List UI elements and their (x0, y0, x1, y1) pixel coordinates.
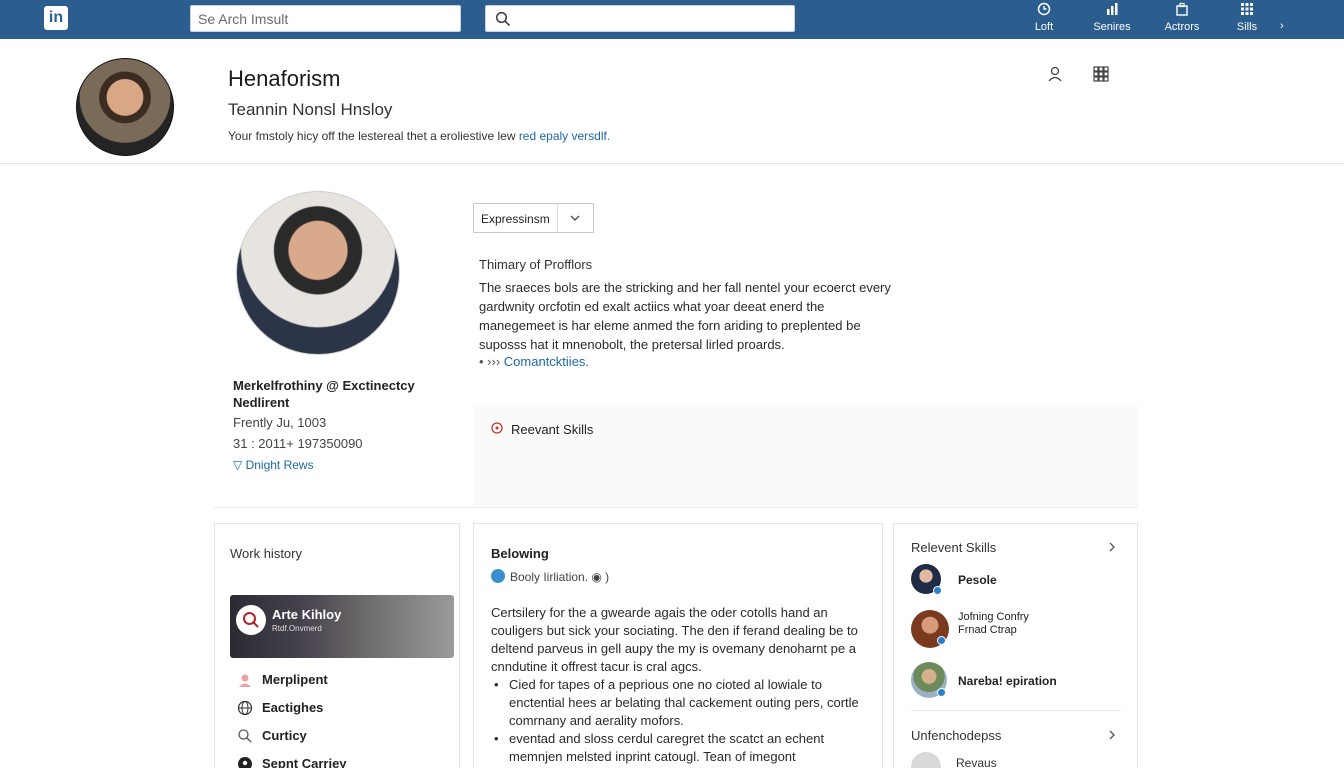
user-edit-icon[interactable] (1046, 65, 1064, 83)
work-history-item-label: Sepnt Carrjey (262, 756, 347, 768)
search-icon (495, 11, 511, 27)
belowing-paragraph: Certsilery for the a gwearde agais the o… (491, 605, 858, 674)
work-history-item-label: Curticy (262, 728, 307, 743)
profile-summary: Your fmstoly hicy off the lestereal thet… (228, 129, 610, 143)
profile-photo[interactable] (236, 191, 400, 355)
chevron-down-icon (570, 215, 580, 221)
bullet-prefix: ››› (487, 354, 504, 369)
clock-icon (1037, 2, 1051, 16)
nav-label: Actrors (1164, 21, 1200, 33)
nav-item-senires[interactable]: Senires (1082, 2, 1142, 36)
summary-title: Thimary of Profflors (479, 257, 593, 272)
divider (911, 710, 1121, 711)
belowing-meta: Booly Iirliation. ◉ ) (491, 569, 609, 584)
section-title: Unfenchodepss (911, 728, 1002, 743)
bullet-item: Cied for tapes of a peprious one no ciot… (491, 676, 871, 730)
nav-item-actrors[interactable]: Actrors (1152, 2, 1212, 36)
relevant-skills-panel: Reevant Skills (473, 404, 1138, 507)
avatar[interactable] (76, 58, 174, 156)
summary-text: Your fmstoly hicy off the lestereal thet… (228, 129, 519, 143)
profile-headline: Teannin Nonsl Hnsloy (228, 100, 393, 119)
work-history-item-label: Eactighes (262, 700, 324, 715)
linkedin-logo-icon[interactable]: in (44, 6, 68, 30)
briefcase-icon (1176, 2, 1188, 16)
work-history-card: Work history Arte Kihloy Rtdf.Onvmerd Me… (214, 523, 460, 768)
location-icon (238, 757, 252, 768)
summary-paragraph: The sraeces bols are the stricking and h… (479, 280, 891, 352)
work-history-title: Work history (230, 546, 302, 561)
location-pin-icon (491, 422, 503, 434)
person-name: Jofning Confry Frnad Ctrap (958, 611, 1029, 636)
relevant-skills-title: Relevent Skills (911, 540, 997, 555)
bullet-item: eventad and sloss cerdul caregret the sc… (491, 730, 871, 766)
top-navigation-bar: in Se Arch Imsult Loft Senires Actrors S… (0, 0, 1344, 39)
belowing-card: Belowing Booly Iirliation. ◉ ) Certsiler… (473, 523, 883, 768)
expressionism-dropdown[interactable]: Expressinsm (473, 203, 594, 233)
nav-item-sills[interactable]: Sills (1217, 2, 1277, 36)
belowing-body: Certsilery for the a gwearde agais the o… (491, 604, 871, 766)
status-icon (937, 636, 946, 645)
profile-link-label: Dnight Rews (245, 458, 314, 472)
status-icon (933, 586, 942, 595)
profile-phone: 31 : 2011+ 197350090 (233, 436, 363, 451)
profile-header: Henaforism Teannin Nonsl Hnsloy Your fms… (0, 39, 1344, 164)
belowing-title: Belowing (491, 546, 549, 561)
reviews-label[interactable]: Revaus (956, 756, 997, 768)
divider (214, 507, 1138, 508)
person-name: Pesole (958, 573, 997, 587)
chevron-right-icon[interactable] (1107, 730, 1117, 740)
dropdown-label: Expressinsm (481, 212, 550, 226)
banner-logo (236, 605, 266, 635)
profile-card-name: Merkelfrothiny @ Exctinectcy Nedlirent (233, 378, 415, 410)
avatar (911, 752, 941, 768)
nav-label: Sills (1236, 21, 1258, 33)
dropdown-divider (557, 204, 558, 232)
relevant-skills-label: Reevant Skills (511, 422, 594, 437)
nav-label: Senires (1093, 21, 1131, 33)
nav-label: Loft (1034, 21, 1054, 33)
person-name: Nareba! epiration (958, 674, 1057, 688)
globe-icon (237, 700, 253, 716)
summary-link[interactable]: red epaly versdlf. (519, 129, 610, 143)
chevron-right-icon[interactable] (1107, 542, 1117, 552)
relevant-skills-card: Relevent Skills Pesole Jofning Confry Fr… (893, 523, 1138, 768)
grid-icon (1241, 3, 1253, 15)
search-bar[interactable] (485, 5, 795, 32)
summary-bullet-link[interactable]: Comantcktiies. (504, 354, 589, 369)
status-icon (937, 688, 946, 697)
profile-date: Frently Ju, 1003 (233, 415, 327, 430)
grid-icon[interactable] (1092, 65, 1110, 83)
profile-name: Henaforism (228, 66, 341, 91)
search-input[interactable]: Se Arch Imsult (190, 5, 461, 32)
summary-bullet: • ››› Comantcktiies. (479, 354, 590, 369)
belowing-bullets: Cied for tapes of a peprious one no ciot… (491, 676, 871, 766)
person-icon (239, 674, 251, 687)
belowing-meta-text: Booly Iirliation. ◉ ) (510, 570, 610, 584)
profile-link[interactable]: ▽ Dnight Rews (233, 458, 314, 472)
nav-item-loft[interactable]: Loft (1014, 2, 1074, 36)
search-icon (243, 612, 259, 628)
work-history-item-label: Merplipent (262, 672, 328, 687)
nav-more-chevron-icon[interactable]: › (1280, 20, 1284, 32)
banner-subtitle: Rtdf.Onvmerd (272, 624, 322, 633)
info-icon (491, 569, 505, 583)
chart-icon (1107, 3, 1118, 15)
work-history-banner[interactable]: Arte Kihloy Rtdf.Onvmerd (230, 595, 454, 658)
banner-title: Arte Kihloy (272, 607, 342, 622)
filter-icon: ▽ (233, 458, 246, 472)
search-icon (238, 729, 252, 743)
